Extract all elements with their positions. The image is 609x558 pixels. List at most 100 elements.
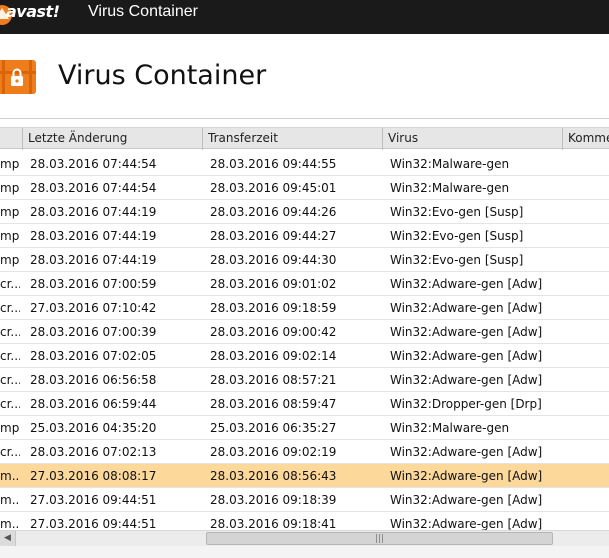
column-header-name[interactable]: [0, 128, 22, 150]
table-row[interactable]: cr... 28.03.2016 07:02:05 28.03.2016 09:02…: [0, 344, 609, 368]
cell-virus: Win32:Adware-gen [Adw]: [390, 445, 543, 459]
cell-virus: Win32:Adware-gen [Adw]: [390, 349, 543, 363]
cell-transfer-time: 28.03.2016 08:57:21: [210, 373, 337, 387]
cell-last-modified: 28.03.2016 07:44:19: [30, 229, 157, 243]
table-row[interactable]: mp 28.03.2016 07:44:54 28.03.2016 09:45:01…: [0, 176, 609, 200]
cell-name: cr...: [0, 349, 20, 363]
table-row[interactable]: cr... 27.03.2016 07:10:42 28.03.2016 09:18…: [0, 296, 609, 320]
cell-name: m...: [0, 469, 20, 483]
cell-transfer-time: 28.03.2016 09:44:55: [210, 157, 337, 171]
cell-comment: [570, 464, 609, 488]
cell-name: cr...: [0, 277, 20, 291]
column-header-last-modified[interactable]: Letzte Änderung: [22, 128, 202, 150]
cell-last-modified: 28.03.2016 07:44:54: [30, 157, 157, 171]
cell-last-modified: 28.03.2016 07:00:39: [30, 325, 157, 339]
cell-virus: Win32:Malware-gen: [390, 421, 510, 435]
scroll-left-button[interactable]: ◀: [0, 531, 16, 546]
column-header-virus[interactable]: Virus: [382, 128, 562, 150]
cell-name: mp: [0, 157, 20, 171]
table-row[interactable]: cr... 28.03.2016 07:02:13 28.03.2016 09:02…: [0, 440, 609, 464]
cell-virus: Win32:Malware-gen: [390, 181, 510, 195]
cell-transfer-time: 28.03.2016 09:44:26: [210, 205, 337, 219]
cell-transfer-time: 28.03.2016 09:00:42: [210, 325, 337, 339]
cell-comment: [570, 272, 609, 296]
cell-name: mp: [0, 421, 20, 435]
cell-comment: [570, 152, 609, 176]
cell-virus: Win32:Evo-gen [Susp]: [390, 205, 524, 219]
table-row[interactable]: m... 27.03.2016 09:44:51 28.03.2016 09:18:…: [0, 488, 609, 512]
cell-name: m...: [0, 493, 20, 507]
cell-last-modified: 27.03.2016 09:44:51: [30, 493, 157, 507]
cell-comment: [570, 320, 609, 344]
table-row[interactable]: mp 28.03.2016 07:44:19 28.03.2016 09:44:27…: [0, 224, 609, 248]
cell-comment: [570, 368, 609, 392]
title-bar: avast! Virus Container: [0, 0, 609, 34]
scrollbar-thumb[interactable]: |||: [206, 532, 553, 545]
table-header-row: Letzte Änderung Transferzeit Virus Komme: [0, 127, 609, 150]
cell-last-modified: 28.03.2016 07:00:59: [30, 277, 157, 291]
cell-virus: Win32:Dropper-gen [Drp]: [390, 397, 542, 411]
cell-transfer-time: 28.03.2016 09:01:02: [210, 277, 337, 291]
cell-virus: Win32:Evo-gen [Susp]: [390, 253, 524, 267]
cell-comment: [570, 176, 609, 200]
page-title: Virus Container: [58, 60, 267, 91]
column-header-comment[interactable]: Komme: [562, 128, 609, 150]
cell-transfer-time: 28.03.2016 09:44:30: [210, 253, 337, 267]
cell-virus: Win32:Adware-gen [Adw]: [390, 277, 543, 291]
cell-name: cr...: [0, 301, 20, 315]
column-header-transfer-time[interactable]: Transferzeit: [202, 128, 382, 150]
cell-comment: [570, 296, 609, 320]
cell-last-modified: 27.03.2016 08:08:17: [30, 469, 157, 483]
cell-virus: Win32:Evo-gen [Susp]: [390, 229, 524, 243]
table-row[interactable]: cr... 28.03.2016 06:59:44 28.03.2016 08:59…: [0, 392, 609, 416]
table-row[interactable]: mp 28.03.2016 07:44:19 28.03.2016 09:44:26…: [0, 200, 609, 224]
table-row[interactable]: cr... 28.03.2016 06:56:58 28.03.2016 08:57…: [0, 368, 609, 392]
cell-name: cr...: [0, 397, 20, 411]
cell-last-modified: 28.03.2016 06:59:44: [30, 397, 157, 411]
scroll-grip-icon: |||: [375, 534, 385, 544]
cell-transfer-time: 28.03.2016 09:44:27: [210, 229, 337, 243]
cell-virus: Win32:Malware-gen: [390, 157, 510, 171]
cell-last-modified: 28.03.2016 07:02:05: [30, 349, 157, 363]
table-row[interactable]: cr... 28.03.2016 07:00:39 28.03.2016 09:00…: [0, 320, 609, 344]
cell-last-modified: 28.03.2016 07:44:19: [30, 253, 157, 267]
cell-last-modified: 28.03.2016 07:44:54: [30, 181, 157, 195]
cell-name: mp: [0, 253, 20, 267]
table-row[interactable]: mp 28.03.2016 07:44:19 28.03.2016 09:44:30…: [0, 248, 609, 272]
window-footer: [0, 546, 609, 558]
cell-transfer-time: 28.03.2016 09:02:14: [210, 349, 337, 363]
cell-virus: Win32:Adware-gen [Adw]: [390, 373, 543, 387]
table-row[interactable]: mp 28.03.2016 07:44:54 28.03.2016 09:44:55…: [0, 152, 609, 176]
cell-last-modified: 28.03.2016 06:56:58: [30, 373, 157, 387]
cell-comment: [570, 248, 609, 272]
treasure-chest-lock-icon: [0, 60, 36, 94]
cell-name: cr...: [0, 325, 20, 339]
cell-name: mp: [0, 181, 20, 195]
quarantine-table: Letzte Änderung Transferzeit Virus Komme…: [0, 118, 609, 536]
table-row-selected[interactable]: m... 27.03.2016 08:08:17 28.03.2016 08:56:…: [0, 464, 609, 488]
cell-name: cr...: [0, 373, 20, 387]
cell-comment: [570, 440, 609, 464]
cell-comment: [570, 224, 609, 248]
cell-transfer-time: 28.03.2016 09:45:01: [210, 181, 337, 195]
horizontal-scrollbar[interactable]: ◀ |||: [0, 530, 609, 546]
table-row[interactable]: mp 25.03.2016 04:35:20 25.03.2016 06:35:27…: [0, 416, 609, 440]
cell-name: mp: [0, 229, 20, 243]
cell-last-modified: 27.03.2016 07:10:42: [30, 301, 157, 315]
cell-comment: [570, 344, 609, 368]
cell-name: cr...: [0, 445, 20, 459]
table-row[interactable]: cr... 28.03.2016 07:00:59 28.03.2016 09:01…: [0, 272, 609, 296]
cell-virus: Win32:Adware-gen [Adw]: [390, 325, 543, 339]
cell-comment: [570, 392, 609, 416]
cell-name: mp: [0, 205, 20, 219]
cell-transfer-time: 28.03.2016 09:02:19: [210, 445, 337, 459]
cell-last-modified: 28.03.2016 07:02:13: [30, 445, 157, 459]
cell-last-modified: 28.03.2016 07:44:19: [30, 205, 157, 219]
cell-virus: Win32:Adware-gen [Adw]: [390, 301, 543, 315]
cell-transfer-time: 28.03.2016 08:59:47: [210, 397, 337, 411]
cell-comment: [570, 416, 609, 440]
cell-transfer-time: 28.03.2016 09:18:59: [210, 301, 337, 315]
cell-transfer-time: 25.03.2016 06:35:27: [210, 421, 337, 435]
cell-last-modified: 25.03.2016 04:35:20: [30, 421, 157, 435]
cell-comment: [570, 200, 609, 224]
